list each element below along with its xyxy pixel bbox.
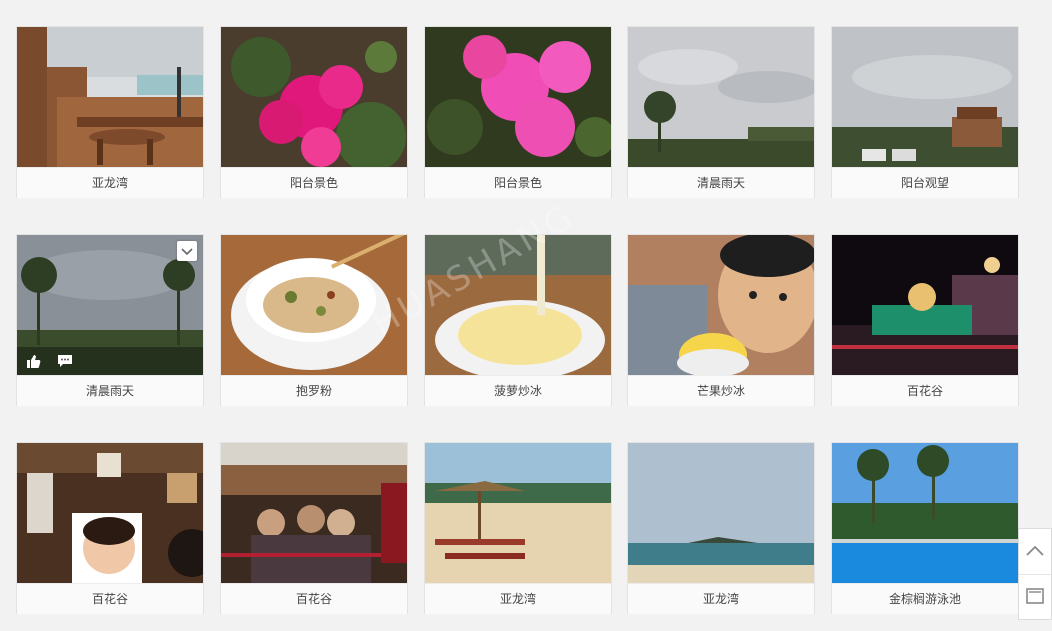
photo-card[interactable]: 百花谷	[16, 442, 204, 614]
photo-thumbnail[interactable]	[425, 235, 611, 375]
photo-thumbnail[interactable]	[832, 27, 1018, 167]
photo-caption: 阳台景色	[425, 167, 611, 198]
photo-card[interactable]: 芒果炒冰	[627, 234, 815, 406]
frame-button[interactable]	[1019, 575, 1051, 620]
photo-caption: 清晨雨天	[17, 375, 203, 406]
photo-card[interactable]: 金棕榈游泳池	[831, 442, 1019, 614]
photo-caption: 抱罗粉	[221, 375, 407, 406]
photo-thumbnail[interactable]	[628, 27, 814, 167]
photo-caption: 百花谷	[221, 583, 407, 614]
photo-card[interactable]: 阳台观望	[831, 26, 1019, 198]
photo-thumbnail[interactable]	[832, 235, 1018, 375]
photo-card[interactable]: 亚龙湾	[424, 442, 612, 614]
photo-thumbnail[interactable]	[17, 27, 203, 167]
photo-card[interactable]: 抱罗粉	[220, 234, 408, 406]
comment-icon[interactable]	[57, 353, 73, 369]
side-toolbar	[1018, 528, 1052, 620]
photo-card[interactable]: 清晨雨天	[627, 26, 815, 198]
back-to-top-button[interactable]	[1019, 529, 1051, 575]
photo-thumbnail[interactable]	[17, 443, 203, 583]
photo-card[interactable]: 清晨雨天	[16, 234, 204, 406]
photo-caption: 亚龙湾	[425, 583, 611, 614]
photo-caption: 阳台景色	[221, 167, 407, 198]
photo-thumbnail[interactable]	[628, 443, 814, 583]
photo-thumbnail[interactable]	[425, 27, 611, 167]
photo-grid: 亚龙湾 阳台景色 阳台景色 清晨雨天 阳台观望 清晨雨天 抱罗粉 菠萝炒冰 芒果…	[0, 0, 1052, 631]
photo-thumbnail[interactable]	[425, 443, 611, 583]
photo-action-bar	[17, 347, 203, 375]
photo-card[interactable]: 亚龙湾	[16, 26, 204, 198]
photo-caption: 百花谷	[832, 375, 1018, 406]
photo-caption: 金棕榈游泳池	[832, 583, 1018, 614]
photo-card[interactable]: 百花谷	[831, 234, 1019, 406]
photo-caption: 菠萝炒冰	[425, 375, 611, 406]
chevron-down-icon[interactable]	[177, 241, 197, 261]
photo-caption: 阳台观望	[832, 167, 1018, 198]
photo-thumbnail[interactable]	[221, 27, 407, 167]
photo-thumbnail[interactable]	[628, 235, 814, 375]
photo-card[interactable]: 阳台景色	[424, 26, 612, 198]
photo-card[interactable]: 菠萝炒冰	[424, 234, 612, 406]
photo-thumbnail[interactable]	[832, 443, 1018, 583]
photo-caption: 百花谷	[17, 583, 203, 614]
photo-thumbnail[interactable]	[221, 235, 407, 375]
photo-caption: 芒果炒冰	[628, 375, 814, 406]
photo-thumbnail[interactable]	[221, 443, 407, 583]
photo-caption: 亚龙湾	[628, 583, 814, 614]
photo-thumbnail[interactable]	[17, 235, 203, 375]
photo-card[interactable]: 阳台景色	[220, 26, 408, 198]
photo-caption: 亚龙湾	[17, 167, 203, 198]
frame-icon	[1019, 588, 1051, 624]
photo-caption: 清晨雨天	[628, 167, 814, 198]
photo-card[interactable]: 亚龙湾	[627, 442, 815, 614]
photo-card[interactable]: 百花谷	[220, 442, 408, 614]
thumbs-up-icon[interactable]	[25, 353, 41, 369]
